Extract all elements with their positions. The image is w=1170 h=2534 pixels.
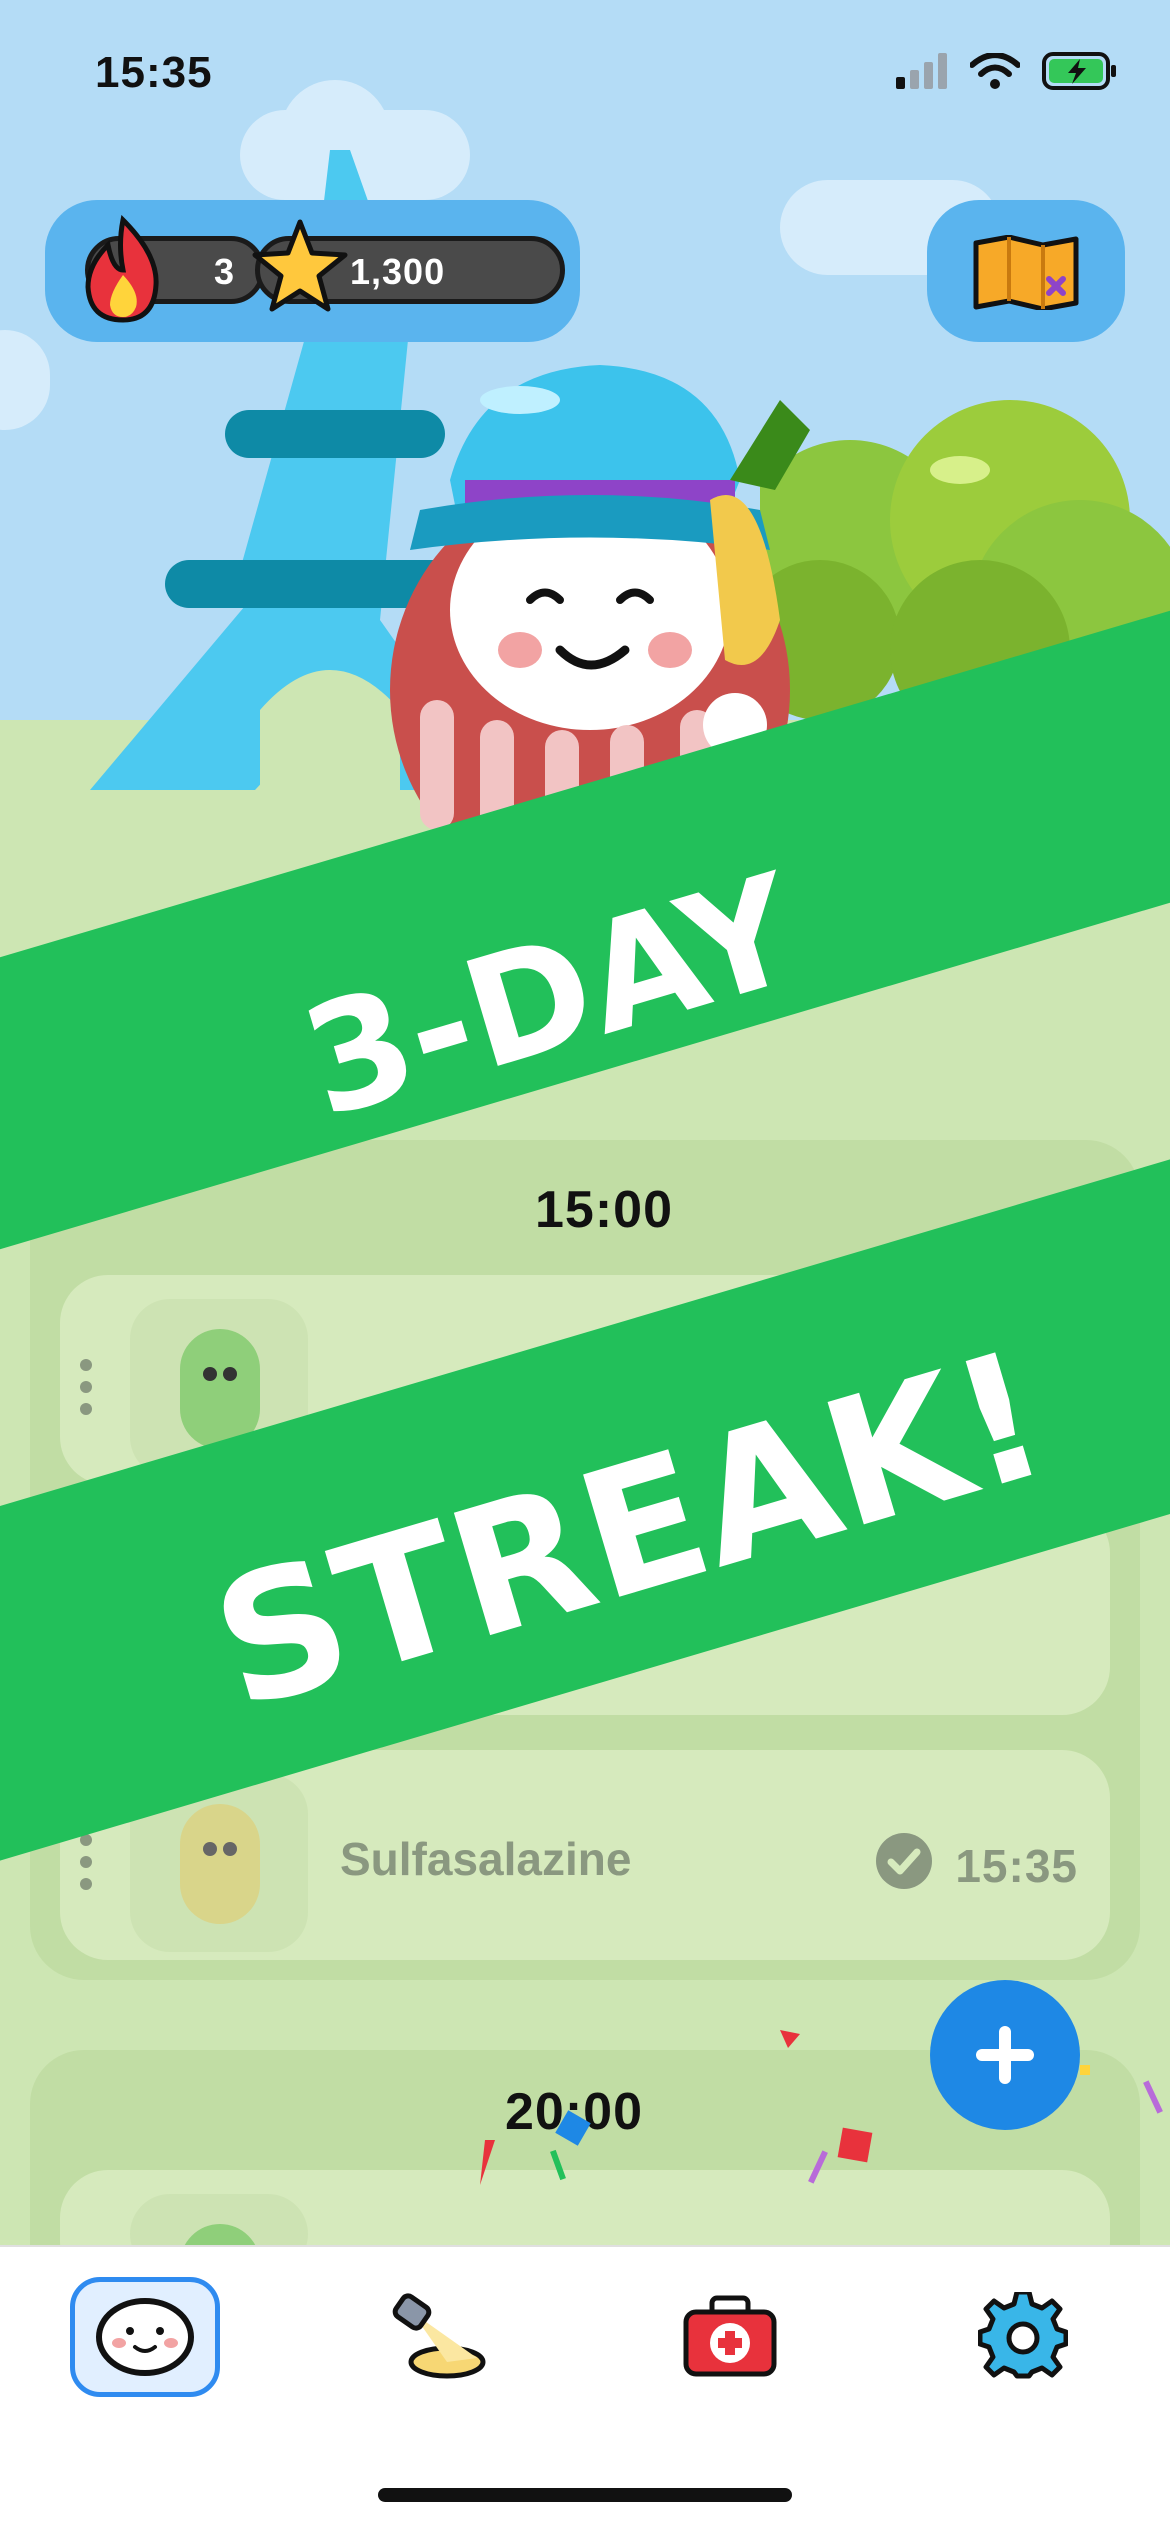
flame-icon bbox=[85, 215, 159, 323]
streak-counter[interactable]: 3 bbox=[85, 215, 265, 323]
plus-icon bbox=[976, 2026, 1034, 2084]
medication-time: 15:35 bbox=[875, 1832, 1078, 1893]
wifi-icon bbox=[970, 53, 1020, 89]
medication-name: Sulfasalazine bbox=[340, 1833, 632, 1885]
tab-settings[interactable] bbox=[948, 2277, 1098, 2397]
first-aid-kit-icon bbox=[683, 2295, 777, 2377]
group-time: 15:00 bbox=[535, 1181, 673, 1239]
medication-time-value: 15:35 bbox=[955, 1840, 1078, 1892]
daruma-face-icon bbox=[96, 2298, 194, 2376]
stars-count: 1,300 bbox=[350, 251, 446, 292]
status-bar-icons bbox=[896, 52, 1118, 90]
streak-count: 3 bbox=[213, 251, 234, 292]
spotlight-icon bbox=[392, 2293, 486, 2379]
map-button[interactable] bbox=[927, 200, 1125, 342]
status-bar-time: 15:35 bbox=[95, 48, 213, 97]
tab-spotlight[interactable] bbox=[362, 2277, 512, 2397]
battery-charging-icon bbox=[1042, 52, 1116, 90]
home-indicator bbox=[378, 2488, 792, 2502]
drag-handle-icon[interactable] bbox=[80, 1357, 92, 1417]
star-icon bbox=[252, 219, 348, 312]
check-circle-icon bbox=[876, 1833, 933, 1889]
gear-icon bbox=[978, 2292, 1068, 2379]
drag-handle-icon[interactable] bbox=[80, 1832, 92, 1892]
stars-counter[interactable]: 1,300 bbox=[252, 219, 565, 312]
treasure-map-icon bbox=[973, 235, 1079, 310]
tab-home[interactable] bbox=[70, 2277, 220, 2397]
tab-first-aid[interactable] bbox=[655, 2277, 805, 2397]
stats-pill: 3 1,300 bbox=[45, 200, 580, 342]
cellular-signal-icon bbox=[896, 53, 947, 89]
add-medication-button[interactable] bbox=[930, 1980, 1080, 2130]
